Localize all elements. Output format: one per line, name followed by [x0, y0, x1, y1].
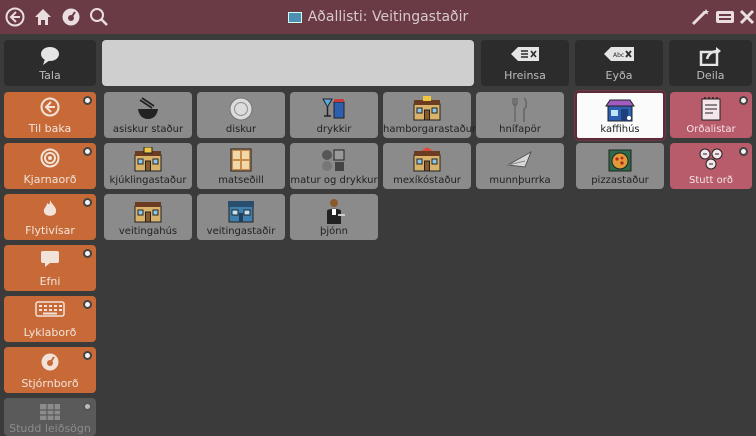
sidebar-item-back[interactable]: Til baka [4, 92, 96, 138]
cell-menu[interactable]: matseðill [197, 143, 285, 189]
restaurant-icon [287, 11, 302, 23]
cell-pizza-restaurant[interactable]: pizzastaður [576, 143, 664, 189]
notepad-icon [670, 96, 752, 122]
noodle-bowl-icon [104, 96, 192, 122]
keyboard-icon[interactable] [714, 6, 736, 28]
cell-word-lists[interactable]: Orðalistar [670, 92, 752, 138]
cell-restaurant[interactable]: veitingahús [104, 194, 192, 240]
cell-cutlery[interactable]: hnífapör [476, 92, 564, 138]
svg-text:Abc: Abc [613, 52, 624, 59]
cell-mexican-restaurant[interactable]: mexíkóstaður [383, 143, 471, 189]
menu-card-icon [197, 147, 285, 173]
pizza-icon [576, 147, 664, 173]
cell-napkin[interactable]: munnþurrka [476, 143, 564, 189]
chicken-shop-icon [104, 147, 192, 173]
share-button[interactable]: Deila [669, 40, 752, 86]
cell-food-and-drink[interactable]: matur og drykkur [290, 143, 378, 189]
flame-icon [4, 199, 96, 219]
title-bar: Aðallisti: Veitingastaðir [0, 0, 756, 34]
keyboard-icon [4, 301, 96, 317]
clear-text-icon [481, 46, 569, 62]
close-icon[interactable] [736, 6, 756, 28]
sidebar-item-topics[interactable]: Efni [4, 245, 96, 291]
waiter-icon [290, 198, 378, 226]
short-words-icon [670, 147, 752, 171]
sidebar-item-flytivisar[interactable]: Flytivísar [4, 194, 96, 240]
back-arrow-icon [4, 97, 96, 117]
restaurant-building-icon [104, 198, 192, 224]
gauge-icon [4, 352, 96, 372]
share-icon [669, 46, 752, 66]
delete-button[interactable]: Abc Eyða [575, 40, 663, 86]
cafe-icon [577, 97, 663, 123]
chat-bubble-icon [4, 250, 96, 268]
cutlery-icon [476, 96, 564, 124]
sidebar-item-guided-navigation[interactable]: Studd leiðsögn [4, 398, 96, 436]
grid-icon [4, 403, 96, 421]
cell-burger-restaurant[interactable]: hamborgarastaður [383, 92, 476, 138]
cell-plate[interactable]: diskur [197, 92, 285, 138]
message-bar[interactable] [102, 40, 474, 86]
sidebar-item-keyboard[interactable]: Lyklaborð [4, 296, 96, 342]
restaurants-building-icon [197, 198, 285, 224]
page-title: Aðallisti: Veitingastaðir [0, 0, 756, 34]
target-icon [4, 148, 96, 168]
napkin-icon [476, 147, 564, 171]
cell-cafe[interactable]: kaffihús [575, 91, 665, 140]
burger-shop-icon [383, 96, 471, 122]
food-drink-icon [290, 147, 378, 173]
cell-waiter[interactable]: þjónn [290, 194, 378, 240]
delete-word-icon: Abc [575, 46, 663, 62]
cell-asian-restaurant[interactable]: asiskur staður [104, 92, 192, 138]
cell-short-words[interactable]: Stutt orð [670, 143, 752, 189]
mexican-shop-icon [383, 147, 471, 173]
speak-button[interactable]: Tala [4, 40, 96, 86]
sidebar-item-dashboard[interactable]: Stjórnborð [4, 347, 96, 393]
app-window: Aðallisti: Veitingastaðir Tala Hreinsa A… [0, 0, 756, 436]
cell-drinks[interactable]: drykkir [290, 92, 378, 138]
plate-icon [197, 96, 285, 122]
cell-restaurants[interactable]: veitingastaðir [197, 194, 285, 240]
sidebar-item-core-words[interactable]: Kjarnaorð [4, 143, 96, 189]
clear-button[interactable]: Hreinsa [481, 40, 569, 86]
edit-wand-icon[interactable] [690, 6, 712, 28]
speech-bubble-icon [4, 46, 96, 66]
cell-chicken-restaurant[interactable]: kjúklingastaður [104, 143, 192, 189]
drinks-icon [290, 96, 378, 122]
